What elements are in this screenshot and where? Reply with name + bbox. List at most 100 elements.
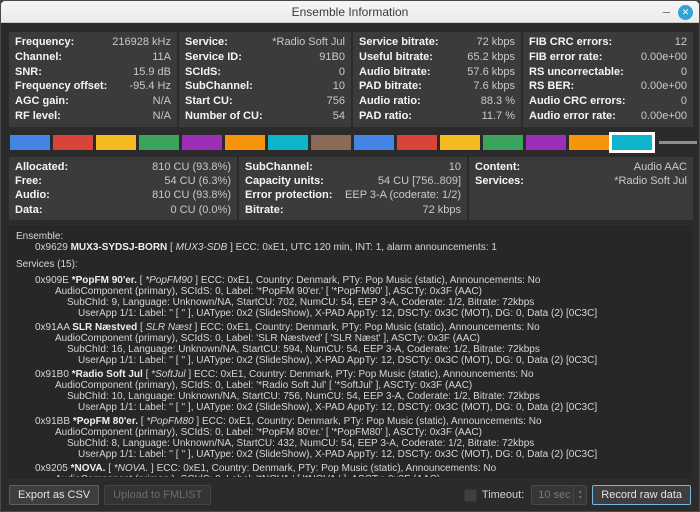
- service-entry: 0x91BB *PopFM 80'er. [ *PopFM80 ] ECC: 0…: [16, 416, 684, 460]
- timeout-value: 10 sec: [532, 489, 573, 501]
- stat-row: RF level:N/A: [15, 109, 171, 124]
- spinner-buttons[interactable]: ▴ ▾: [573, 486, 586, 504]
- ensemble-line: 0x9629 MUX3-SYDSJ-BORN [ MUX3-SDB ] ECC:…: [16, 242, 684, 253]
- stat-row: RS BER:0.00e+00: [529, 79, 687, 94]
- service-header-line: 0x909E *PopFM 90'er. [ *PopFM90 ] ECC: 0…: [16, 275, 684, 286]
- panel-errors: FIB CRC errors:12 FIB error rate:0.00e+0…: [523, 32, 693, 127]
- top-panels: Frequency:216928 kHz Channel:11A SNR:15.…: [9, 32, 691, 127]
- window-buttons: – ✕: [663, 1, 693, 23]
- cu-strip-segment[interactable]: [311, 135, 351, 150]
- cu-strip-segment[interactable]: [268, 135, 308, 150]
- stat-row: Allocated:810 CU (93.8%): [15, 160, 231, 174]
- cu-strip-segment[interactable]: [569, 135, 609, 150]
- timeout-spinner[interactable]: 10 sec ▴ ▾: [531, 485, 587, 505]
- service-subchannel-line: SubChId: 9, Language: Unknown/NA, StartC…: [16, 297, 684, 308]
- panel-subchannel: SubChannel:10 Capacity units:54 CU [756.…: [239, 157, 467, 220]
- footer-left: Export as CSV Upload to FMLIST: [9, 485, 211, 505]
- timeout-checkbox[interactable]: [464, 489, 477, 502]
- service-component-line: AudioComponent (primary), SCIdS: 0, Labe…: [16, 474, 684, 478]
- cu-strip-segment[interactable]: [225, 135, 265, 150]
- stat-row: Free:54 CU (6.3%): [15, 174, 231, 188]
- service-subchannel-line: SubChId: 8, Language: Unknown/NA, StartC…: [16, 438, 684, 449]
- cu-strip-segment[interactable]: [526, 135, 566, 150]
- stat-row: Services:*Radio Soft Jul: [475, 174, 687, 188]
- service-userapp-line: UserApp 1/1: Label: '' [ '' ], UAType: 0…: [16, 402, 684, 413]
- ensemble-information-window: Ensemble Information – ✕ Frequency:21692…: [0, 0, 700, 512]
- service-entry: 0x9205 *NOVA. [ *NOVA. ] ECC: 0xE1, Coun…: [16, 463, 684, 478]
- cu-strip-segment[interactable]: [354, 135, 394, 150]
- service-subchannel-line: SubChId: 16, Language: Unknown/NA, Start…: [16, 344, 684, 355]
- stat-row: Bitrate:72 kbps: [245, 203, 461, 217]
- stat-row: Audio ratio:88.3 %: [359, 94, 515, 109]
- service-entry: 0x909E *PopFM 90'er. [ *PopFM90 ] ECC: 0…: [16, 275, 684, 319]
- service-entry: 0x91B0 *Radio Soft Jul [ *SoftJul ] ECC:…: [16, 369, 684, 413]
- upload-fmlist-button[interactable]: Upload to FMLIST: [104, 485, 211, 505]
- service-userapp-line: UserApp 1/1: Label: '' [ '' ], UAType: 0…: [16, 308, 684, 319]
- cu-strip-segment[interactable]: [139, 135, 179, 150]
- panel-content: Content:Audio AAC Services:*Radio Soft J…: [469, 157, 693, 220]
- service-header-line: 0x91B0 *Radio Soft Jul [ *SoftJul ] ECC:…: [16, 369, 684, 380]
- cu-usage-strip: [9, 133, 691, 151]
- title-bar[interactable]: Ensemble Information – ✕: [1, 1, 699, 23]
- close-icon[interactable]: ✕: [678, 5, 693, 20]
- service-header-line: 0x9205 *NOVA. [ *NOVA. ] ECC: 0xE1, Coun…: [16, 463, 684, 474]
- panel-bitrates: Service bitrate:72 kbps Useful bitrate:6…: [353, 32, 521, 127]
- cu-strip-segment-selected[interactable]: [612, 135, 652, 150]
- cu-strip-segment[interactable]: [10, 135, 50, 150]
- stat-row: SCIdS:0: [185, 65, 345, 80]
- stat-row: SubChannel:10: [185, 79, 345, 94]
- cu-strip-segment[interactable]: [483, 135, 523, 150]
- stat-row: Useful bitrate:65.2 kbps: [359, 50, 515, 65]
- stat-row: Error protection:EEP 3-A (coderate: 1/2): [245, 188, 461, 202]
- service-userapp-line: UserApp 1/1: Label: '' [ '' ], UAType: 0…: [16, 355, 684, 366]
- stat-row: Audio:810 CU (93.8%): [15, 188, 231, 202]
- cu-strip-segment[interactable]: [182, 135, 222, 150]
- cu-strip-free-bar: [659, 141, 697, 144]
- stat-row: Frequency offset:-95.4 Hz: [15, 79, 171, 94]
- stat-row: FIB error rate:0.00e+00: [529, 50, 687, 65]
- stat-row: Audio CRC errors:0: [529, 94, 687, 109]
- stat-row: SubChannel:10: [245, 160, 461, 174]
- cu-strip-segment[interactable]: [53, 135, 93, 150]
- service-component-line: AudioComponent (primary), SCIdS: 0, Labe…: [16, 427, 684, 438]
- stat-row: Service ID:91B0: [185, 50, 345, 65]
- footer-bar: Export as CSV Upload to FMLIST Timeout: …: [9, 484, 691, 506]
- stat-row: RS uncorrectable:0: [529, 65, 687, 80]
- stat-row: Capacity units:54 CU [756..809]: [245, 174, 461, 188]
- services-heading: Services (15):: [16, 259, 684, 270]
- middle-panels: Allocated:810 CU (93.8%) Free:54 CU (6.3…: [9, 157, 691, 220]
- stat-row: Number of CU:54: [185, 109, 345, 124]
- panel-tuner: Frequency:216928 kHz Channel:11A SNR:15.…: [9, 32, 177, 127]
- spinner-down-icon[interactable]: ▾: [579, 495, 582, 501]
- service-userapp-line: UserApp 1/1: Label: '' [ '' ], UAType: 0…: [16, 449, 684, 460]
- stat-row: Service bitrate:72 kbps: [359, 35, 515, 50]
- panel-allocation: Allocated:810 CU (93.8%) Free:54 CU (6.3…: [9, 157, 237, 220]
- timeout-label: Timeout:: [482, 489, 524, 501]
- stat-row: Start CU:756: [185, 94, 345, 109]
- cu-strip-segment[interactable]: [440, 135, 480, 150]
- service-component-line: AudioComponent (primary), SCIdS: 0, Labe…: [16, 286, 684, 297]
- stat-row: Data:0 CU (0.0%): [15, 203, 231, 217]
- ensemble-log[interactable]: Ensemble: 0x9629 MUX3-SYDSJ-BORN [ MUX3-…: [9, 226, 691, 478]
- service-entry: 0x91AA SLR Næstved [ SLR Næst ] ECC: 0xE…: [16, 322, 684, 366]
- stat-row: Channel:11A: [15, 50, 171, 65]
- stat-row: PAD bitrate:7.6 kbps: [359, 79, 515, 94]
- stat-row: Service:*Radio Soft Jul: [185, 35, 345, 50]
- stat-row: SNR:15.9 dB: [15, 65, 171, 80]
- footer-right: Timeout: 10 sec ▴ ▾ Record raw data: [464, 485, 691, 505]
- stat-row: PAD ratio:11.7 %: [359, 109, 515, 124]
- record-raw-data-button[interactable]: Record raw data: [592, 485, 691, 505]
- service-header-line: 0x91AA SLR Næstved [ SLR Næst ] ECC: 0xE…: [16, 322, 684, 333]
- cu-strip-segment[interactable]: [397, 135, 437, 150]
- export-csv-button[interactable]: Export as CSV: [9, 485, 99, 505]
- service-component-line: AudioComponent (primary), SCIdS: 0, Labe…: [16, 333, 684, 344]
- stat-row: FIB CRC errors:12: [529, 35, 687, 50]
- dialog-body: Frequency:216928 kHz Channel:11A SNR:15.…: [1, 23, 699, 511]
- stat-row: Frequency:216928 kHz: [15, 35, 171, 50]
- service-subchannel-line: SubChId: 10, Language: Unknown/NA, Start…: [16, 391, 684, 402]
- stat-row: AGC gain:N/A: [15, 94, 171, 109]
- cu-strip-segment[interactable]: [96, 135, 136, 150]
- service-header-line: 0x91BB *PopFM 80'er. [ *PopFM80 ] ECC: 0…: [16, 416, 684, 427]
- minimize-icon[interactable]: –: [663, 7, 670, 17]
- stat-row: Audio bitrate:57.6 kbps: [359, 65, 515, 80]
